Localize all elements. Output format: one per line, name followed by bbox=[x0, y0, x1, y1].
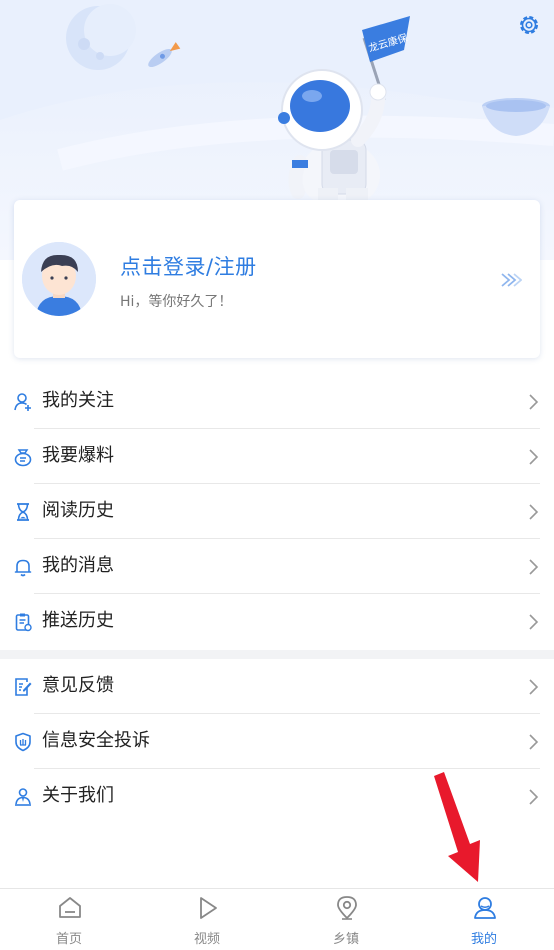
section-divider bbox=[0, 650, 554, 659]
chevron-right-icon bbox=[529, 614, 539, 630]
menu-item-label: 信息安全投诉 bbox=[42, 730, 150, 751]
menu-group-support: 意见反馈 信息安全投诉 关于我们 bbox=[0, 659, 554, 824]
shield-icon bbox=[15, 732, 31, 752]
chevron-right-icon bbox=[529, 394, 539, 410]
avatar bbox=[22, 242, 96, 316]
bell-icon bbox=[14, 559, 32, 577]
tab-label: 乡镇 bbox=[332, 932, 359, 947]
chevron-right-icon bbox=[529, 504, 539, 520]
play-icon bbox=[200, 897, 217, 919]
menu-item-security-complaint[interactable]: 信息安全投诉 bbox=[0, 714, 554, 769]
chevron-right-icon bbox=[529, 789, 539, 805]
login-register-title[interactable]: 点击登录/注册 bbox=[120, 251, 257, 281]
tab-mine[interactable]: 我的 bbox=[415, 889, 553, 950]
menu-item-my-follows[interactable]: 我的关注 bbox=[0, 374, 554, 429]
menu-item-label: 意见反馈 bbox=[42, 675, 114, 696]
profile-icon bbox=[474, 897, 496, 919]
tab-video[interactable]: 视频 bbox=[138, 889, 276, 950]
menu-item-label: 我的关注 bbox=[42, 390, 114, 411]
tab-label: 首页 bbox=[55, 932, 82, 947]
tab-home[interactable]: 首页 bbox=[0, 889, 138, 950]
menu-item-label: 我要爆料 bbox=[42, 445, 114, 466]
bottom-tab-bar: 首页 视频 乡镇 我的 bbox=[0, 888, 554, 950]
home-icon bbox=[59, 897, 81, 918]
chevron-right-icon bbox=[529, 734, 539, 750]
menu-item-push-history[interactable]: 推送历史 bbox=[0, 594, 554, 649]
menu-item-label: 我的消息 bbox=[42, 555, 114, 576]
user-add-icon bbox=[14, 393, 31, 411]
menu-item-report-news[interactable]: 我要爆料 bbox=[0, 429, 554, 484]
menu-item-label: 推送历史 bbox=[42, 610, 114, 631]
about-us-icon bbox=[15, 788, 31, 806]
menu-item-feedback[interactable]: 意见反馈 bbox=[0, 659, 554, 714]
menu-group-personal: 我的关注 我要爆料 阅读历史 我的消息 推送历史 bbox=[0, 374, 554, 649]
chevron-right-icon bbox=[529, 679, 539, 695]
clipboard-icon bbox=[15, 613, 32, 632]
login-subtitle: Hi，等你好久了！ bbox=[120, 294, 233, 310]
menu-item-reading-history[interactable]: 阅读历史 bbox=[0, 484, 554, 539]
gear-icon bbox=[520, 16, 538, 34]
chevron-right-icon bbox=[529, 449, 539, 465]
chevron-right-icon bbox=[529, 559, 539, 575]
feedback-icon bbox=[15, 678, 32, 696]
location-pin-icon bbox=[337, 896, 357, 920]
menu-item-my-messages[interactable]: 我的消息 bbox=[0, 539, 554, 594]
hourglass-icon bbox=[17, 503, 29, 521]
report-bag-icon bbox=[14, 449, 32, 467]
tab-label: 我的 bbox=[470, 932, 497, 947]
menu-item-about-us[interactable]: 关于我们 bbox=[0, 769, 554, 824]
double-chevron-right-icon bbox=[501, 273, 522, 287]
settings-button[interactable] bbox=[516, 12, 542, 38]
tab-towns[interactable]: 乡镇 bbox=[277, 889, 415, 950]
menu-item-label: 阅读历史 bbox=[42, 500, 114, 521]
login-card[interactable]: 点击登录/注册 Hi，等你好久了！ bbox=[14, 200, 540, 358]
default-avatar-icon bbox=[22, 242, 96, 316]
menu-item-label: 关于我们 bbox=[42, 785, 114, 806]
tab-label: 视频 bbox=[193, 932, 220, 947]
